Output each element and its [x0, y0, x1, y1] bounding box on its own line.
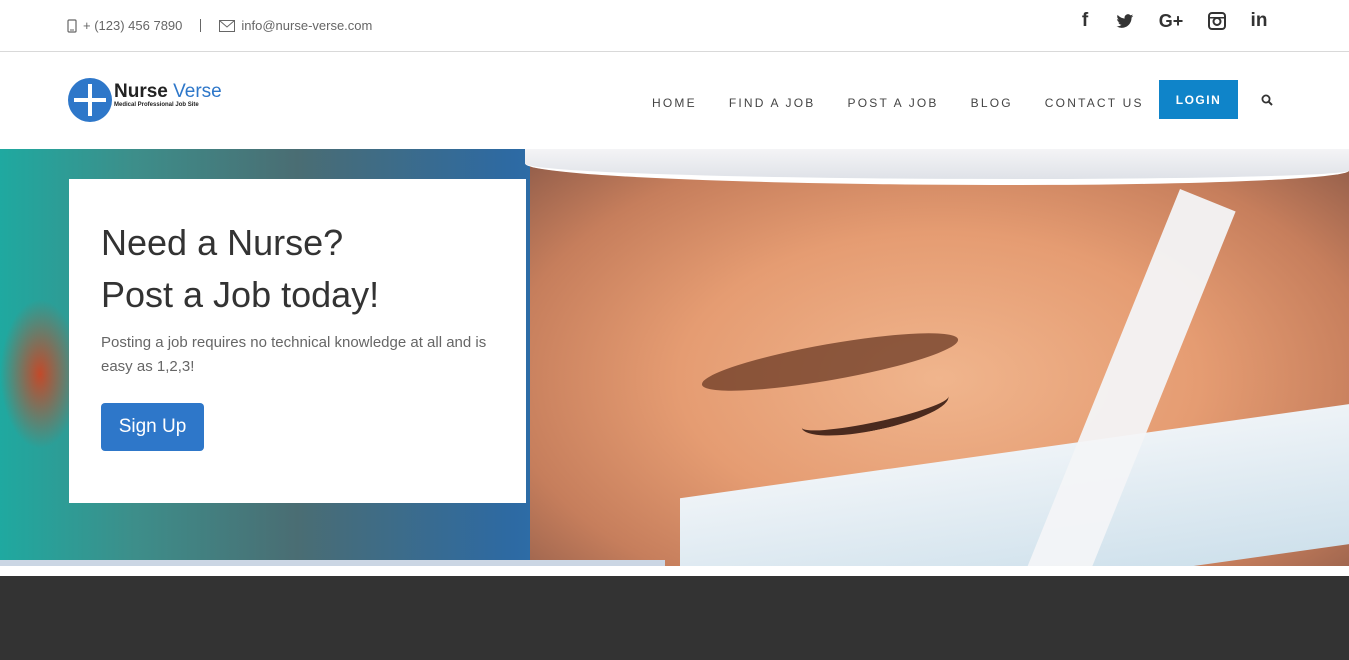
email-contact: info@nurse-verse.com — [219, 18, 372, 33]
dark-section — [0, 576, 1349, 660]
main-navbar: Nurse Verse Medical Professional Job Sit… — [0, 52, 1349, 149]
search-icon[interactable] — [1261, 94, 1273, 106]
email-address[interactable]: info@nurse-verse.com — [241, 18, 372, 33]
background-blur — [0, 299, 80, 449]
envelope-icon — [219, 19, 236, 32]
divider — [200, 19, 202, 32]
phone-number[interactable]: + (123) 456 7890 — [83, 18, 182, 33]
site-logo[interactable]: Nurse Verse Medical Professional Job Sit… — [68, 78, 222, 122]
facebook-icon[interactable]: f — [1076, 10, 1094, 32]
linkedin-icon[interactable]: in — [1248, 10, 1270, 32]
phone-contact: + (123) 456 7890 — [67, 18, 182, 33]
contact-info: + (123) 456 7890 info@nurse-verse.com — [67, 18, 372, 33]
logo-tagline: Medical Professional Job Site — [114, 102, 199, 108]
cross-logo-icon — [68, 78, 112, 122]
hero-headline: Need a Nurse? Post a Job today! — [101, 222, 380, 315]
login-button[interactable]: LOGIN — [1159, 80, 1238, 119]
nav-post-a-job[interactable]: POST A JOB — [848, 96, 939, 110]
logo-text: Nurse Verse Medical Professional Job Sit… — [114, 82, 222, 108]
nav-contact-us[interactable]: CONTACT US — [1045, 96, 1144, 110]
twitter-icon[interactable] — [1116, 10, 1134, 32]
hero-description: Posting a job requires no technical know… — [101, 334, 487, 375]
phone-icon — [67, 18, 77, 33]
instagram-icon[interactable] — [1208, 10, 1226, 32]
sign-up-button[interactable]: Sign Up — [101, 403, 204, 451]
top-bar: + (123) 456 7890 info@nurse-verse.com f … — [0, 0, 1349, 52]
primary-menu: HOME FIND A JOB POST A JOB BLOG CONTACT … — [652, 96, 1176, 110]
nav-find-a-job[interactable]: FIND A JOB — [729, 96, 816, 110]
hero-underline — [0, 560, 665, 566]
google-plus-icon[interactable]: G+ — [1156, 10, 1186, 32]
nav-home[interactable]: HOME — [652, 96, 697, 110]
hero-card: Need a Nurse? Post a Job today! Posting a… — [69, 179, 526, 503]
social-links: f G+ in — [1076, 10, 1270, 32]
nav-blog[interactable]: BLOG — [971, 96, 1013, 110]
logo-brand: Nurse Verse — [114, 81, 222, 102]
